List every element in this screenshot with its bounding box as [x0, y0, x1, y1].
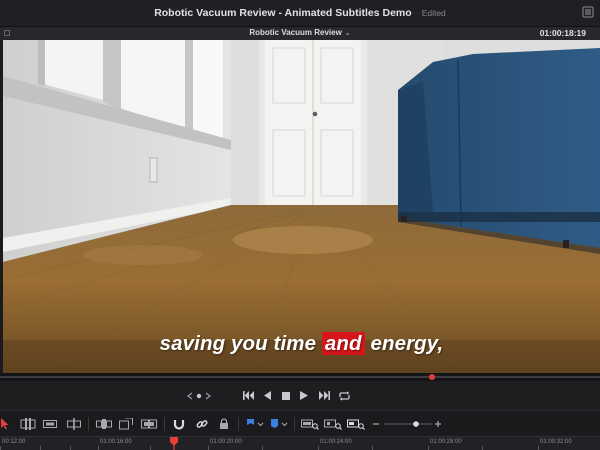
trim-tool-icon[interactable] [20, 417, 36, 431]
ruler-tick [318, 446, 319, 450]
zoom-full-icon[interactable] [301, 417, 319, 431]
ruler-tick [538, 446, 539, 450]
blade-tool-icon[interactable] [67, 417, 81, 431]
ruler-tick [208, 446, 209, 450]
jog-right-icon[interactable] [201, 389, 215, 402]
ruler-tick [40, 446, 41, 450]
play-reverse-icon[interactable] [261, 389, 275, 402]
timeline-playhead-icon[interactable] [170, 437, 178, 450]
zoom-slider[interactable] [384, 417, 432, 431]
video-frame-image [3, 40, 600, 373]
stop-icon[interactable] [279, 389, 293, 402]
scrub-track[interactable] [0, 376, 600, 378]
position-lock-icon[interactable] [219, 417, 229, 431]
insert-clip-icon[interactable] [96, 417, 112, 431]
clip-name-label: Robotic Vacuum Review [249, 28, 342, 37]
scrub-bar[interactable] [0, 373, 600, 381]
flag-icon[interactable] [246, 417, 264, 431]
skip-to-start-icon[interactable] [241, 389, 255, 402]
ruler-label: 01:00:20:00 [210, 439, 242, 445]
window-title: Robotic Vacuum Review - Animated Subtitl… [154, 7, 412, 19]
edited-status: Edited [421, 8, 446, 18]
transport-controls [0, 381, 600, 410]
clip-name-dropdown[interactable]: Robotic Vacuum Review ⌄ [0, 27, 600, 41]
edit-toolbar [0, 410, 600, 436]
toolbar-divider [164, 417, 165, 431]
toolbar-divider [238, 417, 239, 431]
zoom-custom-icon[interactable] [347, 417, 365, 431]
video-viewer[interactable]: saving you time and energy, [3, 40, 600, 373]
ruler-tick [482, 446, 483, 450]
ruler-label: 00:12:00 [2, 439, 26, 445]
chevron-down-icon: ⌄ [344, 30, 351, 37]
toolbar-divider [294, 417, 295, 431]
ruler-label: 01:00:24:00 [320, 439, 352, 445]
loop-icon[interactable] [337, 389, 351, 402]
snapping-magnet-icon[interactable] [173, 417, 185, 431]
fullscreen-icon[interactable] [582, 6, 594, 18]
viewer-timecode: 01:00:18:19 [539, 28, 586, 38]
marker-icon[interactable] [270, 417, 288, 431]
subtitle-highlight-word: and [321, 332, 365, 355]
ruler-label: 01:00:32:00 [540, 439, 572, 445]
zoom-detail-icon[interactable] [324, 417, 342, 431]
zoom-in-icon[interactable] [434, 417, 442, 431]
zoom-out-icon[interactable] [372, 417, 380, 431]
subtitle-text-before: saving you time [159, 332, 322, 355]
play-icon[interactable] [297, 389, 311, 402]
linked-selection-icon[interactable] [196, 417, 208, 431]
ruler-tick [372, 446, 373, 450]
ruler-tick [98, 446, 99, 450]
selection-tool-icon[interactable] [1, 417, 9, 431]
ruler-tick [428, 446, 429, 450]
ruler-label: 01:00:16:00 [100, 439, 132, 445]
animated-subtitle: saving you time and energy, [3, 332, 600, 356]
ruler-tick [0, 446, 1, 450]
dynamic-trim-icon[interactable] [43, 417, 57, 431]
ruler-tick [262, 446, 263, 450]
toolbar-divider [88, 417, 89, 431]
title-bar: Robotic Vacuum Review - Animated Subtitl… [0, 0, 600, 26]
timeline-ruler[interactable]: 00:12:00 01:00:16:00 01:00:20:00 01:00:2… [0, 436, 600, 450]
ruler-tick [70, 446, 71, 450]
overwrite-clip-icon[interactable] [119, 417, 133, 431]
viewer-header: Robotic Vacuum Review ⌄ 01:00:18:19 [0, 26, 600, 40]
replace-clip-icon[interactable] [141, 417, 157, 431]
ruler-label: 01:00:28:00 [430, 439, 462, 445]
subtitle-text-after: energy, [364, 332, 444, 355]
skip-to-end-icon[interactable] [317, 389, 331, 402]
ruler-tick [150, 446, 151, 450]
scrub-playhead[interactable] [429, 374, 435, 380]
